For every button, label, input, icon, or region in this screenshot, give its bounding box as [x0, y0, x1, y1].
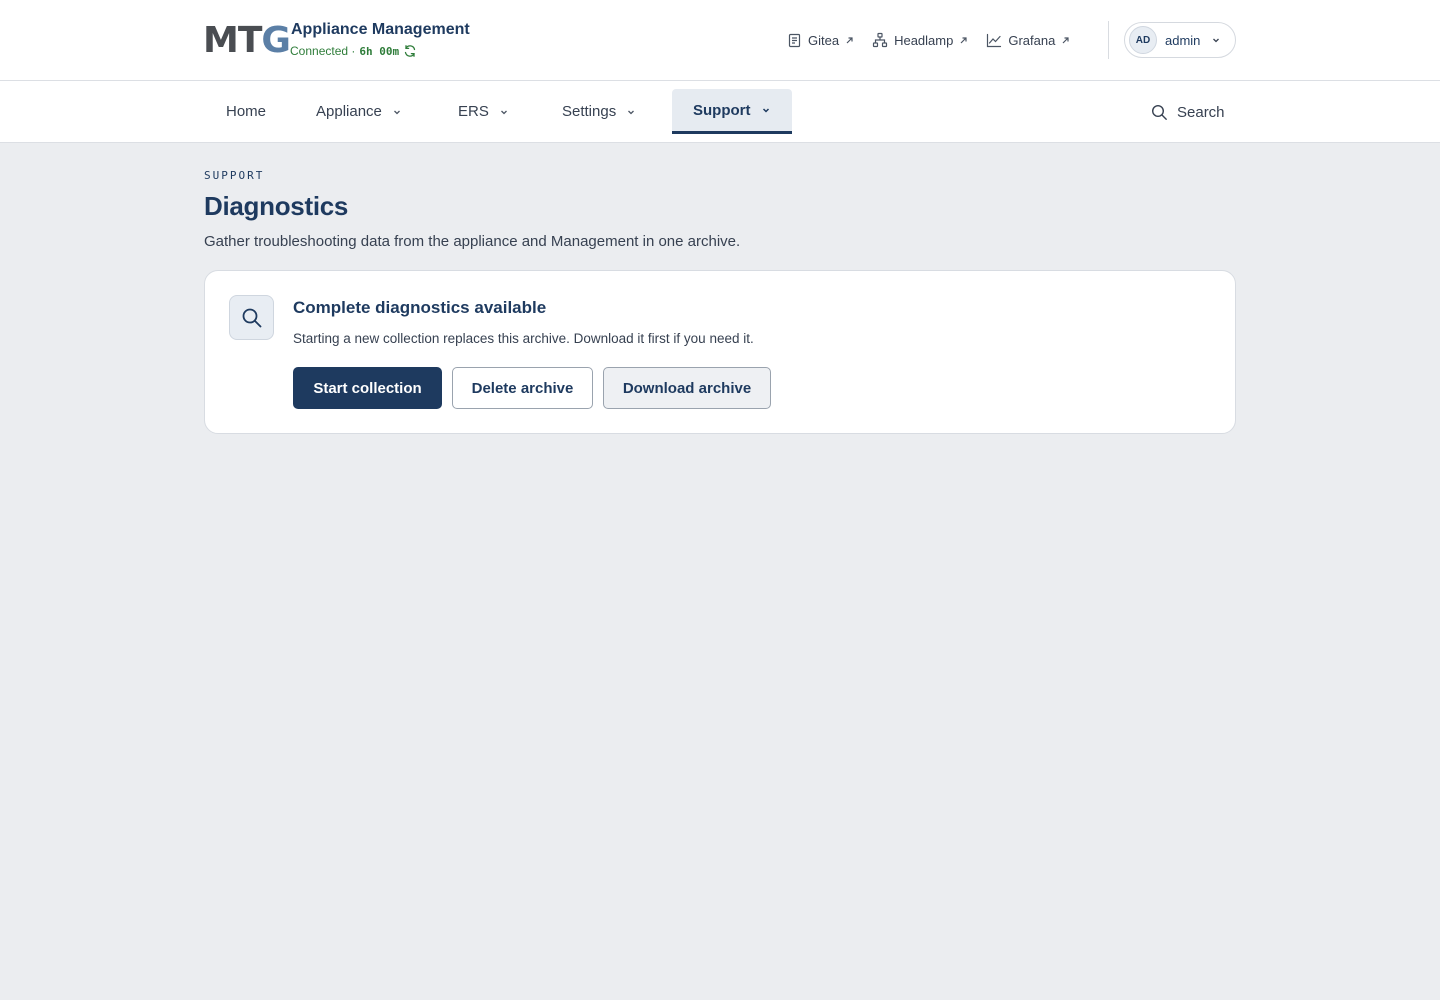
- logo-g: G: [261, 20, 291, 61]
- gitea-label: Gitea: [808, 32, 840, 48]
- start-collection-button[interactable]: Start collection: [293, 367, 442, 409]
- status-text: Connected ·: [290, 44, 356, 58]
- headlamp-label: Headlamp: [894, 32, 954, 48]
- nav-home[interactable]: Home: [226, 89, 266, 134]
- gitea-link[interactable]: Gitea: [787, 33, 854, 48]
- external-links: Gitea Headlamp Grafana: [787, 30, 1088, 50]
- external-arrow-icon: [959, 36, 968, 45]
- page-title: Diagnostics: [204, 191, 349, 221]
- nav-ers[interactable]: ERS: [458, 89, 509, 134]
- user-name: admin: [1165, 32, 1201, 48]
- logo-mt: MT: [203, 20, 262, 61]
- section-eyebrow: SUPPORT: [204, 169, 265, 182]
- top-bar: MTG Appliance Management Connected · 6h …: [0, 0, 1440, 81]
- diagnostics-card: Complete diagnostics available Starting …: [204, 270, 1236, 434]
- chevron-down-icon: [1200, 35, 1221, 45]
- search-icon: [1151, 104, 1168, 121]
- chevron-down-icon: [489, 107, 509, 117]
- nav-settings-label: Settings: [562, 103, 617, 120]
- user-menu-button[interactable]: AD admin: [1124, 22, 1236, 58]
- uptime-value: 6h 00m: [359, 44, 400, 58]
- nav-support-label: Support: [693, 101, 751, 119]
- mtg-logo[interactable]: MTG: [203, 20, 291, 61]
- search-label: Search: [1177, 103, 1225, 121]
- refresh-icon[interactable]: [403, 44, 417, 58]
- network-icon: [872, 32, 888, 48]
- search-button[interactable]: Search: [1151, 101, 1225, 123]
- grafana-link[interactable]: Grafana: [986, 33, 1070, 48]
- app-title: Appliance Management: [291, 21, 470, 38]
- chart-icon: [986, 33, 1002, 48]
- grafana-label: Grafana: [1008, 32, 1056, 48]
- avatar: AD: [1129, 26, 1157, 54]
- search-icon: [229, 295, 274, 340]
- nav-ers-label: ERS: [458, 103, 489, 120]
- nav-support[interactable]: Support: [672, 89, 792, 134]
- headlamp-link[interactable]: Headlamp: [872, 32, 968, 48]
- card-description: Starting a new collection replaces this …: [293, 331, 754, 346]
- delete-archive-button[interactable]: Delete archive: [452, 367, 593, 409]
- page-subtitle: Gather troubleshooting data from the app…: [204, 233, 741, 250]
- chevron-down-icon: [751, 105, 771, 115]
- external-arrow-icon: [845, 36, 854, 45]
- card-title: Complete diagnostics available: [293, 298, 547, 317]
- nav-appliance[interactable]: Appliance: [316, 89, 402, 134]
- connection-status: Connected · 6h 00m: [290, 44, 417, 58]
- main-nav: Home Appliance ERS Settings Support Sear…: [0, 81, 1440, 143]
- header-divider: [1108, 21, 1109, 59]
- chevron-down-icon: [382, 107, 402, 117]
- nav-home-label: Home: [226, 103, 267, 120]
- nav-settings[interactable]: Settings: [562, 89, 636, 134]
- chevron-down-icon: [616, 107, 636, 117]
- external-arrow-icon: [1061, 36, 1070, 45]
- nav-appliance-label: Appliance: [316, 103, 382, 120]
- document-icon: [787, 33, 802, 48]
- download-archive-button[interactable]: Download archive: [603, 367, 771, 409]
